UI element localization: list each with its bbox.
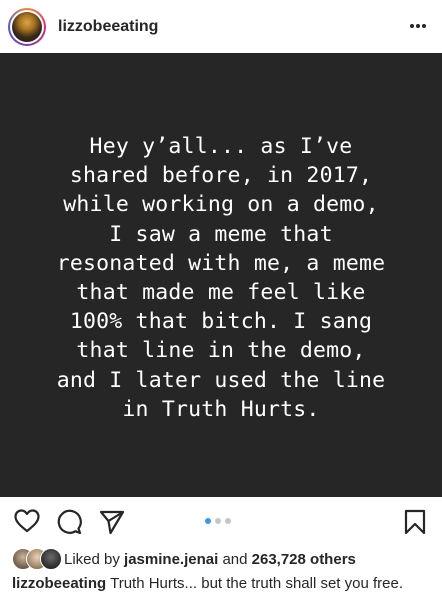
post-text-line: Hey y’all... as I’ve bbox=[89, 133, 353, 159]
post-text-line: that line in the demo, bbox=[76, 338, 366, 364]
profile-avatar[interactable] bbox=[12, 11, 42, 42]
bookmark-icon[interactable] bbox=[404, 509, 426, 540]
likes-connector: and bbox=[222, 550, 248, 568]
story-ring[interactable] bbox=[8, 7, 46, 46]
liker-avatar bbox=[40, 548, 62, 570]
caption-username[interactable]: lizzobeeating bbox=[12, 575, 106, 592]
heart-icon[interactable] bbox=[14, 509, 40, 538]
carousel-dot bbox=[225, 518, 231, 524]
likes-prefix: Liked by bbox=[64, 550, 120, 568]
post-text-line: while working on a demo, bbox=[63, 192, 379, 218]
post-text-line: I saw a meme that bbox=[109, 221, 333, 247]
post-header: lizzobeeating bbox=[0, 0, 442, 53]
post-text-line: shared before, in 2017, bbox=[69, 163, 373, 189]
top-liker-link[interactable]: jasmine.jenai bbox=[124, 551, 218, 568]
action-bar bbox=[0, 497, 442, 547]
post-image[interactable]: Hey y’all... as I’ve shared before, in 20… bbox=[0, 53, 442, 497]
carousel-indicator bbox=[205, 518, 231, 524]
post-text-line: resonated with me, a meme bbox=[56, 250, 386, 276]
carousel-dot bbox=[215, 518, 221, 524]
post-text-line: in Truth Hurts. bbox=[122, 396, 320, 422]
carousel-dot bbox=[205, 518, 211, 524]
likes-summary: Liked by jasmine.jenai and 263,728 other… bbox=[12, 547, 356, 571]
post-text-line: 100% that bitch. I sang bbox=[69, 309, 373, 335]
more-horizontal-icon[interactable] bbox=[406, 14, 430, 38]
post-text: Hey y’all... as I’ve shared before, in 20… bbox=[11, 132, 431, 424]
post-text-line: and I later used the line bbox=[56, 367, 386, 393]
send-icon[interactable] bbox=[99, 509, 125, 540]
username-link[interactable]: lizzobeeating bbox=[58, 18, 158, 36]
liker-avatars[interactable] bbox=[12, 548, 64, 570]
caption-text: Truth Hurts... but the truth shall set y… bbox=[110, 575, 404, 592]
likes-count-link[interactable]: 263,728 others bbox=[252, 551, 356, 568]
caption: lizzobeeating Truth Hurts... but the tru… bbox=[12, 575, 403, 592]
comment-icon[interactable] bbox=[56, 509, 82, 540]
post-text-line: that made me feel like bbox=[76, 280, 366, 305]
